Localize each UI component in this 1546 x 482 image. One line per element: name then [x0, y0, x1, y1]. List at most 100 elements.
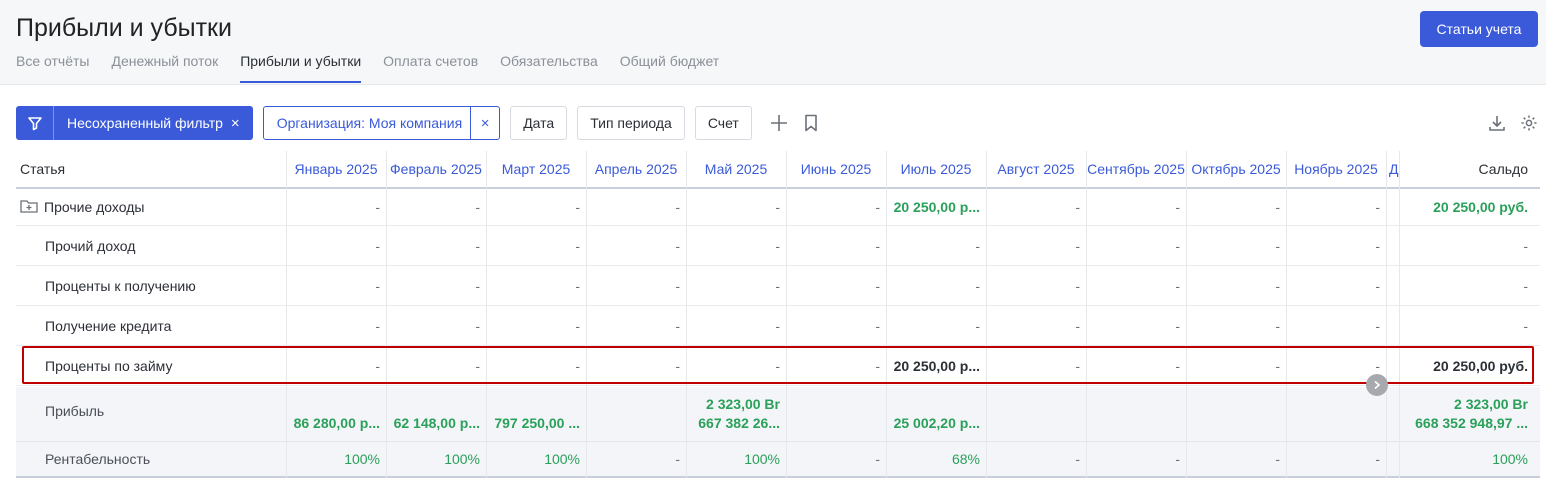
folder-icon[interactable]	[20, 199, 44, 216]
row-balance: 20 250,00 руб.	[1433, 357, 1528, 374]
table-cell: -	[575, 237, 580, 254]
table-cell: -	[375, 317, 380, 334]
table-cell: -	[1175, 277, 1180, 294]
column-divider	[1286, 151, 1287, 478]
table-cell: -	[775, 237, 780, 254]
row-label-text: Проценты к получению	[45, 277, 196, 294]
profitability-cell: 100%	[444, 451, 480, 467]
column-divider	[486, 151, 487, 478]
column-divider	[1186, 151, 1187, 478]
table-cell: -	[875, 277, 880, 294]
bookmark-icon[interactable]	[798, 106, 824, 140]
organization-filter-chip[interactable]: Организация: Моя компания ×	[262, 106, 501, 140]
column-header-month-partial: Д	[1389, 161, 1399, 177]
profit-cell: 86 280,00 р...	[286, 387, 386, 441]
row-balance: 20 250,00 руб.	[1433, 199, 1528, 215]
profit-value: 86 280,00 р...	[293, 415, 380, 431]
filter-icon	[16, 106, 54, 140]
page-header: Прибыли и убытки Все отчёты Денежный пот…	[0, 0, 1546, 85]
tab-profit-loss[interactable]: Прибыли и убытки	[240, 53, 362, 83]
add-filter-icon[interactable]	[766, 106, 792, 140]
table-cell: -	[975, 317, 980, 334]
tab-bill-payment[interactable]: Оплата счетов	[383, 53, 478, 83]
profit-label: Прибыль	[45, 403, 105, 419]
profit-cell: 797 250,00 ...	[486, 387, 586, 441]
table-cell: -	[875, 317, 880, 334]
settings-gear-icon[interactable]	[1519, 113, 1539, 133]
tab-all-reports[interactable]: Все отчёты	[16, 53, 89, 83]
tab-obligations[interactable]: Обязательства	[500, 53, 598, 83]
tab-cash-flow[interactable]: Денежный поток	[111, 53, 218, 83]
profit-balance-value: 668 352 948,97 ...	[1415, 415, 1528, 431]
profit-cell	[586, 387, 686, 441]
table-cell: -	[375, 199, 380, 215]
page-title: Прибыли и убытки	[16, 14, 232, 42]
date-filter-button[interactable]: Дата	[510, 106, 568, 140]
row-balance: -	[1523, 237, 1528, 254]
profit-cell	[786, 387, 886, 441]
table-cell: -	[1075, 199, 1080, 215]
account-filter-button[interactable]: Счет	[694, 106, 752, 140]
profitability-cell: -	[1275, 451, 1280, 467]
scroll-right-button[interactable]	[1366, 374, 1388, 396]
clear-filter-icon[interactable]: ×	[231, 115, 253, 132]
table-cell: -	[1375, 237, 1380, 254]
period-type-filter-button[interactable]: Тип периода	[577, 106, 685, 140]
accounts-button[interactable]: Статьи учета	[1420, 11, 1538, 47]
row-balance: -	[1523, 277, 1528, 294]
profit-value: 667 382 26...	[698, 415, 780, 431]
profit-cell	[1186, 387, 1286, 441]
table-cell: -	[675, 357, 680, 374]
table-cell: -	[375, 277, 380, 294]
column-header-month: Апрель 2025	[594, 161, 678, 177]
profitability-cell: 100%	[744, 451, 780, 467]
filter-bar: Несохраненный фильтр × Организация: Моя …	[16, 106, 824, 140]
table-cell: -	[775, 357, 780, 374]
profit-value: 25 002,20 р...	[893, 415, 980, 431]
table-cell: -	[1075, 237, 1080, 254]
table-row: Рентабельность 100% 100% 100% - 100% - 68% - - - - 1…	[16, 442, 1540, 478]
column-header-month: Ноябрь 2025	[1294, 161, 1378, 177]
column-header-article: Статья	[20, 161, 66, 177]
table-cell: -	[475, 199, 480, 215]
table-cell: -	[1175, 357, 1180, 374]
table-cell: -	[1075, 277, 1080, 294]
table-cell: -	[675, 199, 680, 215]
download-icon[interactable]	[1487, 113, 1507, 133]
profit-value: 2 323,00 Br	[706, 396, 780, 412]
table-cell: -	[675, 317, 680, 334]
row-label: Получение кредита	[45, 306, 286, 345]
organization-filter-label: Организация: Моя компания	[276, 115, 463, 131]
profit-balance-value: 2 323,00 Br	[1454, 396, 1528, 412]
profit-cell: 2 323,00 Br 667 382 26...	[686, 387, 786, 441]
table-cell: -	[775, 317, 780, 334]
profitability-cell: 68%	[951, 451, 980, 467]
column-header-month: Июнь 2025	[800, 161, 872, 177]
table-cell: -	[1375, 277, 1380, 294]
table-header: Статья Январь 2025 Февраль 2025 Март 2025 Ап…	[16, 151, 1540, 189]
column-divider	[386, 151, 387, 478]
table-cell: -	[575, 357, 580, 374]
table-cell: -	[475, 277, 480, 294]
unsaved-filter-button[interactable]: Несохраненный фильтр ×	[16, 106, 253, 140]
table-cell: -	[575, 199, 580, 215]
table-cell: -	[675, 237, 680, 254]
remove-organization-icon[interactable]: ×	[470, 107, 499, 139]
column-divider	[886, 151, 887, 478]
table-cell: 20 250,00 р...	[893, 199, 980, 215]
table-row: Прочие доходы - - - - - -20 250,00 р... - - - -20 …	[16, 189, 1540, 226]
column-header-month: Сентябрь 2025	[1087, 161, 1185, 177]
row-label-text: Получение кредита	[45, 317, 172, 334]
profitability-cell: -	[1175, 451, 1180, 467]
table-cell: -	[375, 357, 380, 374]
table-cell: -	[975, 277, 980, 294]
table-row: Получение кредита - - - - - - - - - - - -	[16, 306, 1540, 346]
table-cell: -	[575, 317, 580, 334]
table-cell: -	[675, 277, 680, 294]
tab-general-budget[interactable]: Общий бюджет	[620, 53, 719, 83]
profitability-cell: 100%	[544, 451, 580, 467]
table-cell: -	[475, 357, 480, 374]
row-label: Проценты по займу	[45, 346, 286, 385]
table-cell: -	[1275, 317, 1280, 334]
table-row: Прибыль 86 280,00 р... 62 148,00 р... 797 2…	[16, 387, 1540, 442]
